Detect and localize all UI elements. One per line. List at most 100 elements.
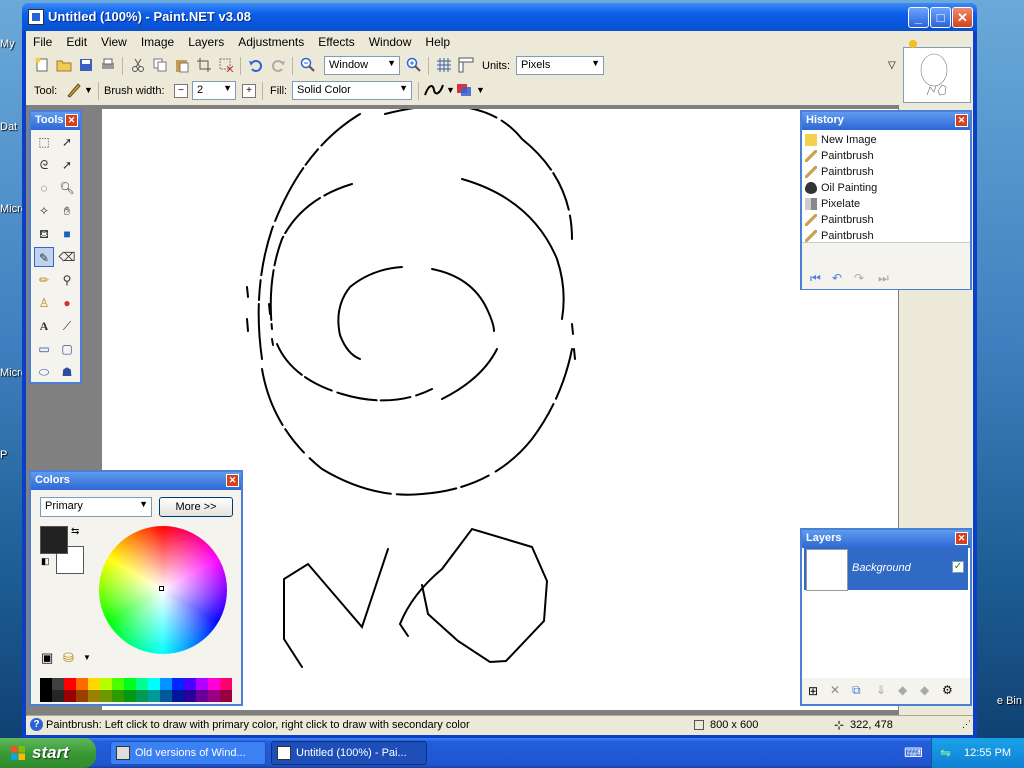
freeform-shape-tool-icon[interactable]: ☗: [57, 362, 77, 382]
keyboard-icon[interactable]: ⌨: [904, 745, 923, 761]
layer-row-background[interactable]: Background ✓: [804, 548, 968, 591]
layers-panel-title[interactable]: Layers ✕: [802, 530, 970, 548]
history-panel-title[interactable]: History ✕: [802, 112, 970, 130]
zoom-in-icon[interactable]: [406, 57, 422, 73]
zoom-combo[interactable]: Window ▼: [324, 56, 400, 75]
menu-view[interactable]: View: [94, 31, 134, 53]
colors-panel-title[interactable]: Colors ✕: [31, 472, 241, 490]
palette-swatch[interactable]: [196, 690, 208, 702]
start-button[interactable]: start: [0, 738, 96, 768]
eraser-tool-icon[interactable]: ⌫: [57, 247, 77, 267]
decrease-width-button[interactable]: −: [174, 84, 188, 98]
line-curve-tool-icon[interactable]: ⟋: [57, 316, 77, 336]
network-icon[interactable]: ⇋: [940, 745, 951, 761]
palette-swatch[interactable]: [40, 678, 52, 690]
palette-swatch[interactable]: [76, 678, 88, 690]
duplicate-layer-icon[interactable]: ⧉: [852, 683, 861, 698]
palette-swatch[interactable]: [124, 690, 136, 702]
recolor-tool-icon[interactable]: ●: [57, 293, 77, 313]
pencil-tool-icon[interactable]: ✏︎: [34, 270, 54, 290]
desktop-icon-label[interactable]: My: [0, 38, 15, 50]
palette-swatch[interactable]: [172, 678, 184, 690]
color-mode-select[interactable]: Primary ▼: [40, 497, 152, 517]
color-wheel[interactable]: [99, 526, 227, 654]
palette-swatch[interactable]: [148, 690, 160, 702]
taskbar-item-browser[interactable]: Old versions of Wind...: [110, 741, 266, 765]
paintbrush-tool-icon[interactable]: ✎: [34, 247, 54, 267]
undo-icon[interactable]: ↶: [832, 271, 842, 285]
palette-swatch[interactable]: [160, 690, 172, 702]
palette-swatch[interactable]: [52, 690, 64, 702]
ellipse-tool-icon[interactable]: ⬭: [34, 362, 54, 382]
zoom-out-icon[interactable]: [300, 57, 316, 73]
swap-colors-icon[interactable]: ⇆: [71, 526, 79, 537]
palette-swatch[interactable]: [136, 690, 148, 702]
palette-swatch[interactable]: [136, 678, 148, 690]
close-button[interactable]: ✕: [952, 7, 973, 28]
crop-icon[interactable]: [196, 57, 212, 73]
toolbar-overflow-icon[interactable]: ▽: [888, 60, 896, 71]
primary-color-swatch[interactable]: [40, 526, 68, 554]
print-icon[interactable]: [100, 57, 116, 73]
desktop-icon-label[interactable]: P: [0, 449, 7, 461]
menu-help[interactable]: Help: [418, 31, 457, 53]
palette-swatch[interactable]: [100, 678, 112, 690]
palette-swatch[interactable]: [64, 690, 76, 702]
gradient-tool-icon[interactable]: ■: [57, 224, 77, 244]
ellipse-select-tool-icon[interactable]: ◌: [34, 178, 54, 198]
redo-icon[interactable]: [270, 57, 286, 73]
text-tool-icon[interactable]: A: [34, 316, 54, 336]
tools-panel-title[interactable]: Tools ✕: [31, 112, 80, 130]
image-thumbnail[interactable]: [903, 47, 971, 103]
history-item[interactable]: New Image: [802, 132, 970, 148]
copy-icon[interactable]: [152, 57, 168, 73]
clone-stamp-tool-icon[interactable]: ♙: [34, 293, 54, 313]
paint-bucket-tool-icon[interactable]: ⛾: [34, 224, 54, 244]
color-wheel-cursor[interactable]: [159, 586, 164, 591]
merge-layer-icon[interactable]: ⇓: [876, 683, 886, 697]
palette-swatch[interactable]: [112, 690, 124, 702]
palette-swatch[interactable]: [88, 678, 100, 690]
new-icon[interactable]: [34, 57, 50, 73]
clock[interactable]: 12:55 PM: [964, 747, 1011, 759]
menu-edit[interactable]: Edit: [59, 31, 94, 53]
palette-swatch[interactable]: [220, 690, 232, 702]
fill-combo[interactable]: Solid Color ▼: [292, 81, 412, 100]
add-to-palette-icon[interactable]: ▣: [41, 650, 53, 666]
chevron-down-icon[interactable]: ▼: [446, 85, 455, 95]
rounded-rectangle-tool-icon[interactable]: ▢: [57, 339, 77, 359]
palette-swatch[interactable]: [184, 690, 196, 702]
history-item[interactable]: Paintbrush: [802, 228, 970, 244]
move-selection-tool-icon[interactable]: ➚: [57, 132, 77, 152]
palette-swatch[interactable]: [160, 678, 172, 690]
more-colors-button[interactable]: More >>: [159, 497, 233, 517]
deselect-icon[interactable]: [218, 57, 234, 73]
history-item[interactable]: Paintbrush: [802, 148, 970, 164]
layer-visibility-checkbox[interactable]: ✓: [952, 561, 964, 573]
palette-swatch[interactable]: [64, 678, 76, 690]
menu-file[interactable]: File: [26, 31, 59, 53]
palette-swatch[interactable]: [172, 690, 184, 702]
grid-icon[interactable]: [436, 57, 452, 73]
menu-image[interactable]: Image: [134, 31, 181, 53]
close-icon[interactable]: ✕: [65, 114, 78, 127]
history-item[interactable]: Oil Painting: [802, 180, 970, 196]
recycle-bin-label[interactable]: e Bin: [997, 695, 1022, 707]
open-icon[interactable]: [56, 57, 72, 73]
palette-swatch[interactable]: [124, 678, 136, 690]
taskbar-item-paintnet[interactable]: Untitled (100%) - Pai...: [271, 741, 427, 765]
brush-width-combo[interactable]: 2 ▼: [192, 81, 236, 100]
palette-swatch[interactable]: [220, 678, 232, 690]
palette-swatch[interactable]: [100, 690, 112, 702]
palette-swatch[interactable]: [88, 690, 100, 702]
menu-effects[interactable]: Effects: [311, 31, 361, 53]
palette-swatch[interactable]: [112, 678, 124, 690]
history-item[interactable]: Pixelate: [802, 196, 970, 212]
minimize-button[interactable]: _: [908, 7, 929, 28]
close-icon[interactable]: ✕: [226, 474, 239, 487]
chevron-down-icon[interactable]: ▼: [476, 85, 485, 95]
blend-mode-icon[interactable]: [456, 82, 472, 98]
close-icon[interactable]: ✕: [955, 532, 968, 545]
move-layer-up-icon[interactable]: ◆: [898, 683, 907, 697]
history-item[interactable]: Paintbrush: [802, 164, 970, 180]
